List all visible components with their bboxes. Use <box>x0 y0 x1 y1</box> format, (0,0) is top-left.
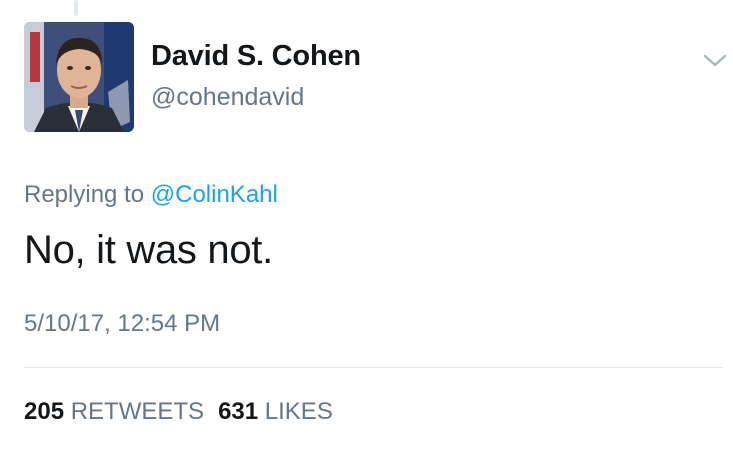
retweets-label: RETWEETS <box>70 398 205 425</box>
likes-stat[interactable]: 631 LIKES <box>218 398 333 425</box>
thread-connector-line <box>74 0 78 16</box>
author-display-name[interactable]: David S. Cohen <box>151 40 361 73</box>
tweet-timestamp[interactable]: 5/10/17, 12:54 PM <box>24 310 220 338</box>
likes-label: LIKES <box>264 398 333 425</box>
replying-to-label: Replying to <box>24 181 145 208</box>
reply-mention-link[interactable]: @ColinKahl <box>151 181 278 208</box>
retweets-stat[interactable]: 205 RETWEETS <box>24 398 204 425</box>
retweets-count: 205 <box>24 398 65 425</box>
chevron-down-icon[interactable] <box>702 50 728 70</box>
tweet-stats: 205 RETWEETS 631 LIKES <box>24 398 333 426</box>
author-handle[interactable]: @cohendavid <box>151 83 304 112</box>
divider <box>24 367 723 368</box>
tweet-text: No, it was not. <box>24 228 273 272</box>
replying-to: Replying to @ColinKahl <box>24 181 278 209</box>
likes-count: 631 <box>218 398 259 425</box>
avatar[interactable] <box>24 22 134 132</box>
avatar-photo <box>24 22 134 132</box>
